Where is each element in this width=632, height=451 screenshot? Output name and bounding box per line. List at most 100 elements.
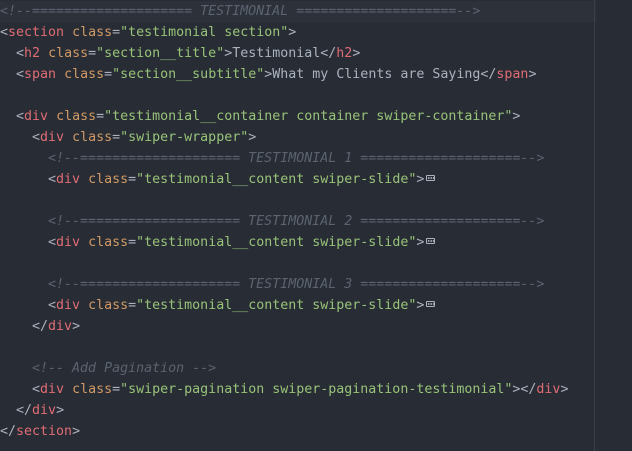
- tag-token: div: [24, 109, 49, 124]
- string-token: "section__title": [96, 46, 225, 61]
- code-line[interactable]: </div>: [0, 400, 632, 421]
- code-editor[interactable]: <!--==================== TESTIMONIAL ===…: [0, 0, 632, 451]
- punctuation-token: >: [560, 382, 569, 397]
- punctuation-token: >: [416, 172, 425, 187]
- tag-token: h2: [24, 46, 41, 61]
- code-line[interactable]: <!--==================== TESTIMONIAL ===…: [0, 1, 632, 22]
- code-line[interactable]: < span class="section__subtitle" > What my …: [0, 64, 632, 85]
- punctuation-token: ></: [512, 382, 537, 397]
- tag-token: div: [56, 235, 81, 250]
- comment-token: <!-- Add Pagination -->: [0, 361, 217, 376]
- punctuation-token: <: [0, 172, 57, 187]
- attribute-token: class: [88, 298, 129, 313]
- string-token: "swiper-pagination swiper-pagination-tes…: [120, 382, 513, 397]
- punctuation-token: =: [128, 172, 137, 187]
- code-line[interactable]: <section class="testimonial section">: [0, 22, 632, 43]
- string-token: "testimonial__container container swiper…: [104, 109, 513, 124]
- code-line[interactable]: <div class="testimonial__content swiper-…: [0, 169, 632, 190]
- string-token: "swiper-wrapper": [120, 130, 249, 145]
- string-token: "testimonial__content swiper-slide": [136, 172, 417, 187]
- attribute-token: class: [64, 67, 105, 82]
- attribute-token: class: [88, 235, 129, 250]
- code-lines[interactable]: <!--==================== TESTIMONIAL ===…: [0, 1, 632, 442]
- punctuation-token: </: [0, 424, 17, 439]
- punctuation-token: [80, 235, 88, 250]
- punctuation-token: >: [56, 403, 65, 418]
- code-line[interactable]: <div class="testimonial__content swiper-…: [0, 295, 632, 316]
- code-line[interactable]: <!--==================== TESTIMONIAL 3 =…: [0, 274, 632, 295]
- code-line[interactable]: [0, 190, 632, 211]
- code-line[interactable]: <!-- Add Pagination -->: [0, 358, 632, 379]
- punctuation-token: <: [0, 130, 41, 145]
- tag-token: section: [8, 25, 65, 40]
- fold-ellipsis-icon[interactable]: [426, 238, 436, 244]
- punctuation-token: >: [528, 67, 537, 82]
- code-line[interactable]: [0, 337, 632, 358]
- code-line[interactable]: </div>: [0, 316, 632, 337]
- tag-token: div: [536, 382, 561, 397]
- punctuation-token: >: [248, 130, 257, 145]
- code-line[interactable]: </section>: [0, 421, 632, 442]
- code-line[interactable]: <div class="swiper-wrapper">: [0, 127, 632, 148]
- code-line[interactable]: <!--==================== TESTIMONIAL 2 =…: [0, 211, 632, 232]
- punctuation-token: </: [320, 46, 337, 61]
- fold-ellipsis-icon[interactable]: [426, 175, 436, 181]
- punctuation-token: =: [96, 109, 105, 124]
- attribute-token: class: [72, 25, 113, 40]
- attribute-token: class: [48, 46, 89, 61]
- punctuation-token: <: [0, 382, 41, 397]
- tag-token: div: [56, 298, 81, 313]
- comment-token: <!--==================== TESTIMONIAL 1 =…: [0, 151, 545, 166]
- punctuation-token: <: [0, 298, 57, 313]
- punctuation-token: >: [416, 235, 425, 250]
- string-token: "section__subtitle": [112, 67, 265, 82]
- code-line[interactable]: <div class="testimonial__container conta…: [0, 106, 632, 127]
- punctuation-token: =: [128, 235, 137, 250]
- code-line[interactable]: [0, 253, 632, 274]
- punctuation-token: [48, 109, 56, 124]
- code-line[interactable]: <h2 class="section__title">Testimonial</…: [0, 43, 632, 64]
- tag-token: div: [40, 130, 65, 145]
- punctuation-token: <: [0, 25, 9, 40]
- punctuation-token: =: [104, 67, 113, 82]
- attribute-token: class: [88, 172, 129, 187]
- punctuation-token: [56, 67, 64, 82]
- punctuation-token: >: [416, 298, 425, 313]
- punctuation-token: >: [72, 319, 81, 334]
- tag-token: span: [496, 67, 529, 82]
- attribute-token: class: [72, 382, 113, 397]
- punctuation-token: >: [288, 25, 297, 40]
- punctuation-token: >: [512, 109, 521, 124]
- text-token: Testimonial: [232, 46, 321, 61]
- string-token: "testimonial section": [120, 25, 289, 40]
- punctuation-token: =: [88, 46, 97, 61]
- code-line[interactable]: <!--==================== TESTIMONIAL 1 =…: [0, 148, 632, 169]
- comment-token: <!--==================== TESTIMONIAL ===…: [0, 4, 481, 19]
- text-token: What my Clients are Saying: [272, 67, 481, 82]
- fold-ellipsis-icon[interactable]: [426, 301, 436, 307]
- punctuation-token: =: [112, 382, 121, 397]
- tag-token: div: [32, 403, 57, 418]
- punctuation-token: <: [0, 46, 25, 61]
- code-line[interactable]: < div class="swiper-pagination swiper-pag…: [0, 379, 632, 400]
- punctuation-token: [40, 46, 48, 61]
- string-token: "testimonial__content swiper-slide": [136, 235, 417, 250]
- punctuation-token: >: [72, 424, 81, 439]
- punctuation-token: [80, 172, 88, 187]
- punctuation-token: </: [0, 403, 33, 418]
- punctuation-token: =: [112, 25, 121, 40]
- attribute-token: class: [56, 109, 97, 124]
- code-line[interactable]: <div class="testimonial__content swiper-…: [0, 232, 632, 253]
- punctuation-token: </: [0, 319, 49, 334]
- tag-token: h2: [336, 46, 353, 61]
- punctuation-token: [80, 298, 88, 313]
- tag-token: div: [56, 172, 81, 187]
- string-token: "testimonial__content swiper-slide": [136, 298, 417, 313]
- punctuation-token: >: [352, 46, 361, 61]
- punctuation-token: [64, 25, 72, 40]
- tag-token: div: [48, 319, 73, 334]
- attribute-token: class: [72, 130, 113, 145]
- punctuation-token: <: [0, 67, 25, 82]
- comment-token: <!--==================== TESTIMONIAL 3 =…: [0, 277, 545, 292]
- code-line[interactable]: [0, 85, 632, 106]
